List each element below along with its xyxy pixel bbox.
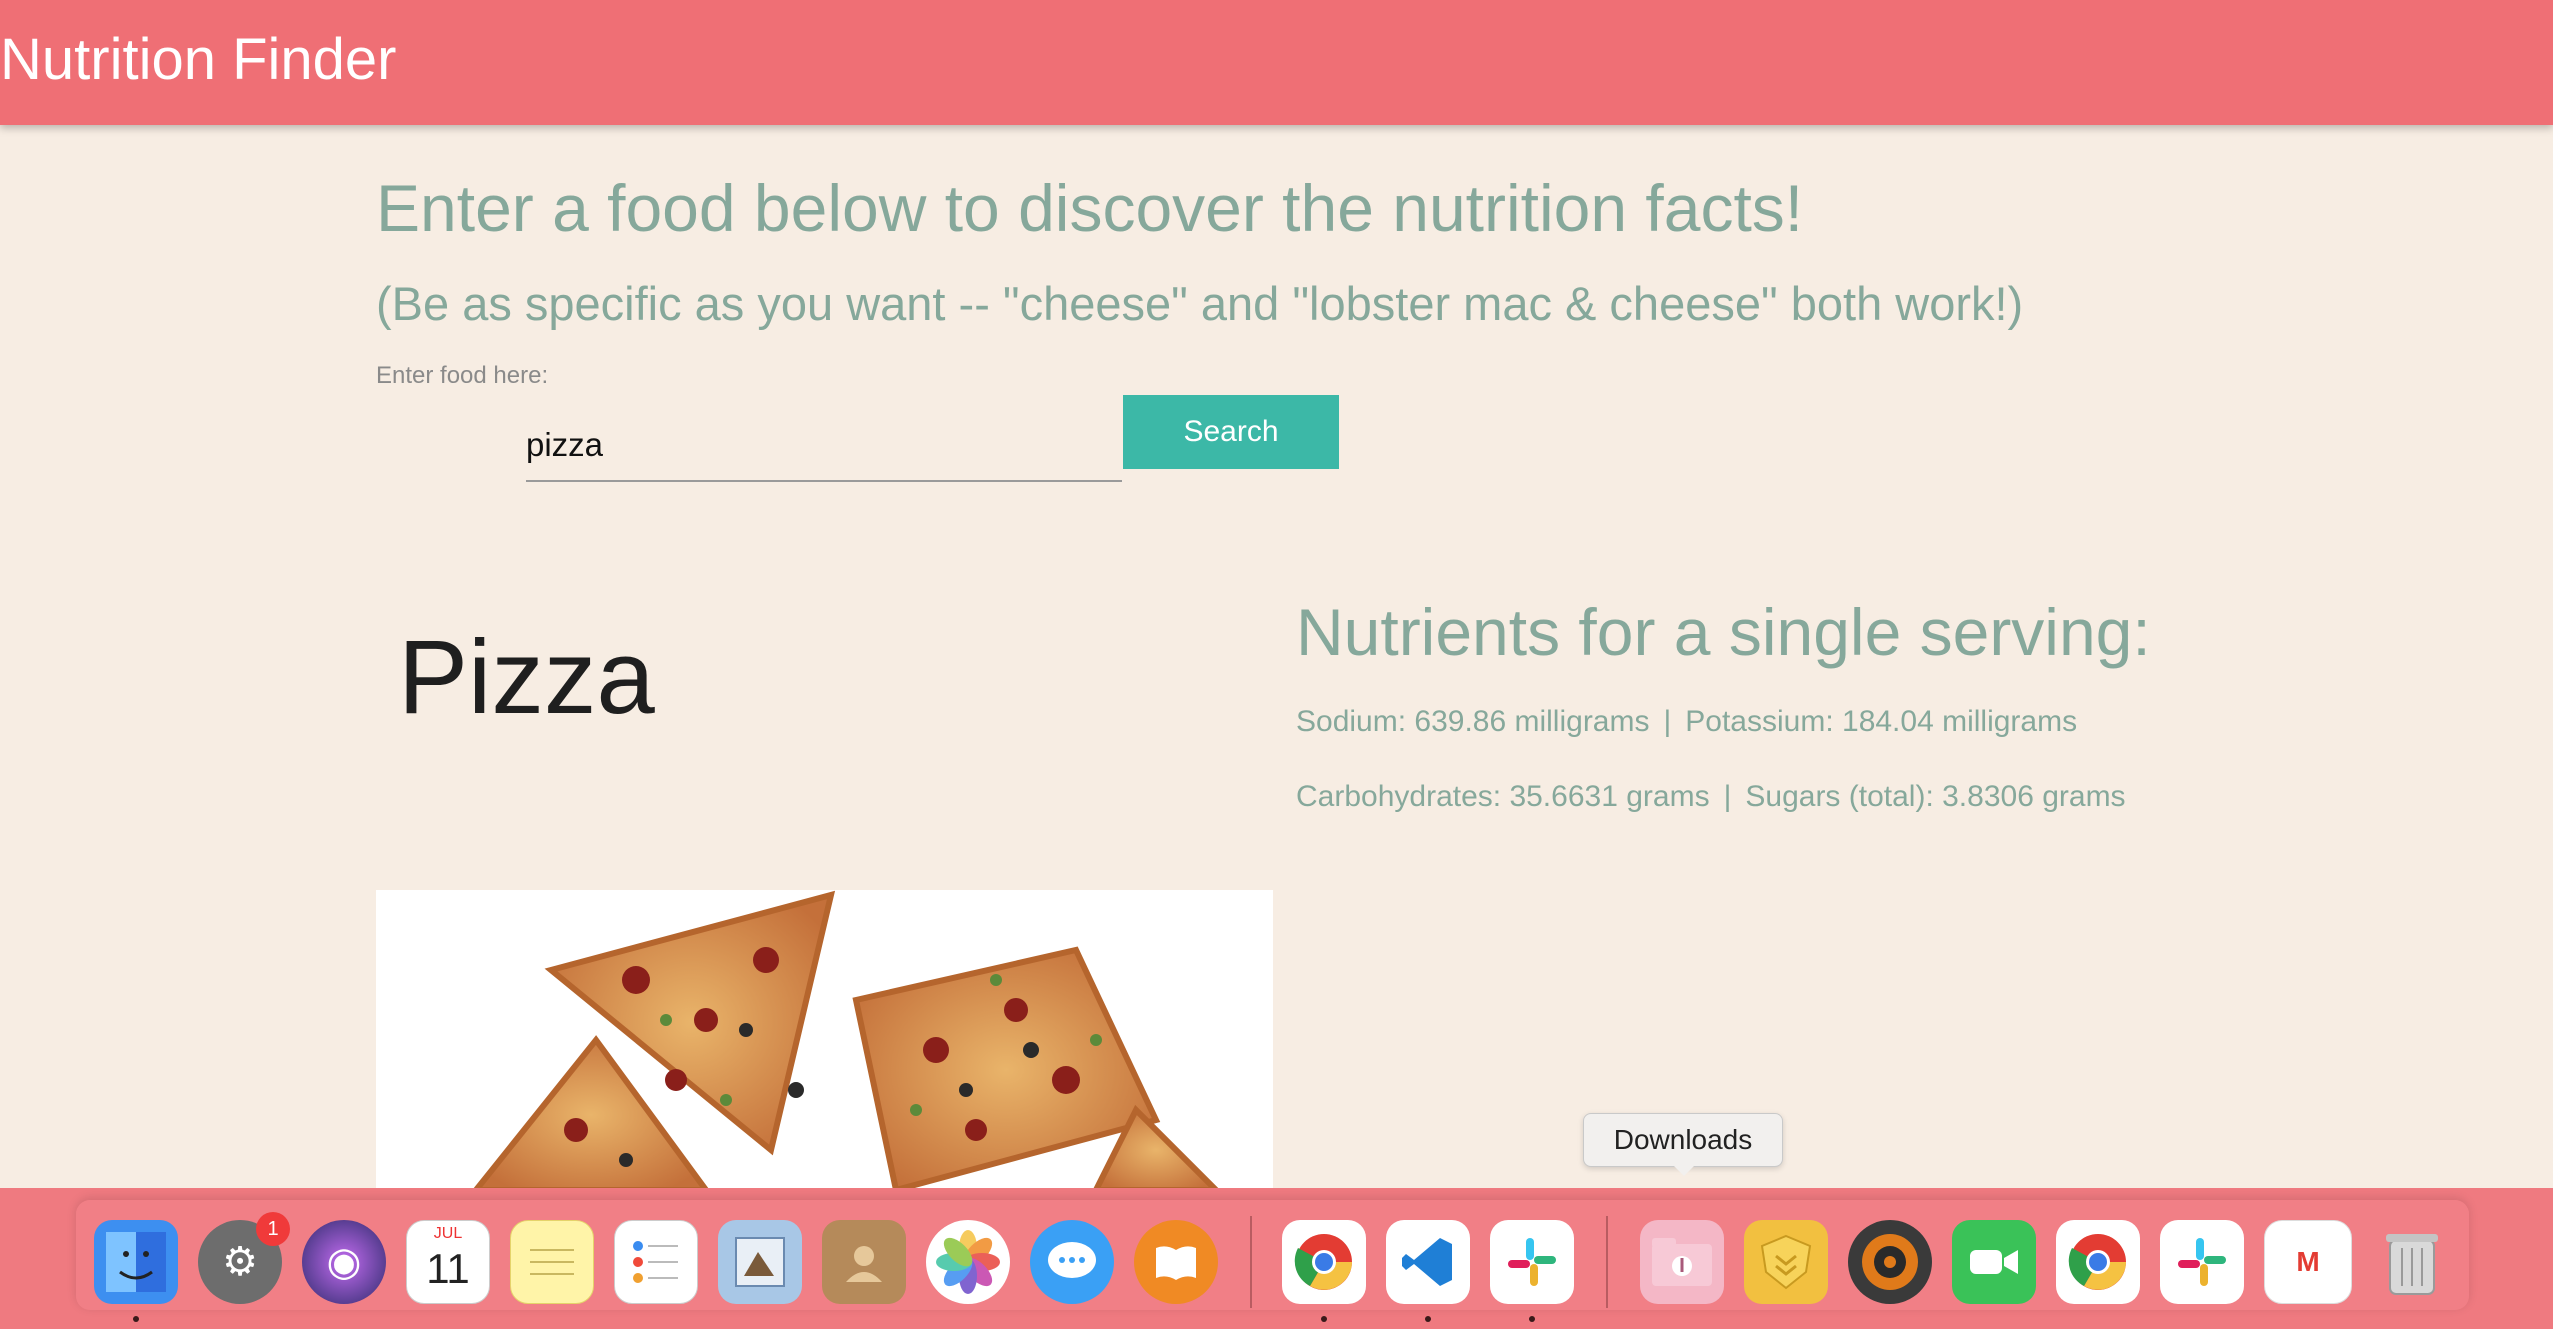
chrome-icon[interactable] xyxy=(2056,1220,2140,1304)
calendar-day: 11 xyxy=(426,1245,470,1292)
food-search-input[interactable] xyxy=(526,410,1122,482)
calendar-month: JUL xyxy=(433,1225,463,1242)
slack-icon[interactable] xyxy=(1490,1220,1574,1304)
slack-icon[interactable] xyxy=(2160,1220,2244,1304)
gmail-icon[interactable]: M xyxy=(2264,1220,2352,1304)
sodium-value: Sodium: 639.86 milligrams xyxy=(1296,705,1650,738)
calendar-icon[interactable]: JUL 11 xyxy=(406,1220,490,1304)
nutrients-title: Nutrients for a single serving: xyxy=(1296,595,2151,669)
vscode-running-dot xyxy=(1425,1316,1431,1322)
siri-icon[interactable]: ◉ xyxy=(302,1220,386,1304)
chrome-running-dot xyxy=(1321,1316,1327,1322)
sugars-value: Sugars (total): 3.8306 grams xyxy=(1745,780,2126,813)
dock-tooltip: Downloads xyxy=(1583,1113,1783,1167)
page-headline: Enter a food below to discover the nutri… xyxy=(376,171,1804,245)
nutrients-line-2: Carbohydrates: 35.6631 grams | Sugars (tot… xyxy=(1296,775,2136,819)
dock-tooltip-arrow xyxy=(1672,1164,1696,1176)
nutrients-line-1: Sodium: 639.86 milligrams | Potassium: 184… xyxy=(1296,700,2077,744)
food-name: Pizza xyxy=(398,619,655,736)
notes-icon[interactable] xyxy=(510,1220,594,1304)
brand-title[interactable]: Nutrition Finder xyxy=(0,26,396,93)
finder-running-dot xyxy=(133,1316,139,1322)
downloads-folder-icon[interactable] xyxy=(1640,1220,1724,1304)
reminders-icon[interactable] xyxy=(614,1220,698,1304)
dock-divider xyxy=(1606,1216,1608,1308)
finder-icon[interactable] xyxy=(94,1220,178,1304)
gmail-letter: M xyxy=(2296,1246,2320,1277)
dock-divider xyxy=(1250,1216,1252,1308)
page-subheadline: (Be as specific as you want -- "cheese" … xyxy=(376,277,2024,330)
speaker-icon[interactable] xyxy=(1848,1220,1932,1304)
contacts-icon[interactable] xyxy=(822,1220,906,1304)
photos-icon[interactable] xyxy=(926,1220,1010,1304)
chrome-icon[interactable] xyxy=(1282,1220,1366,1304)
shield-icon[interactable] xyxy=(1744,1220,1828,1304)
facetime-icon[interactable] xyxy=(1952,1220,2036,1304)
carbohydrates-value: Carbohydrates: 35.6631 grams xyxy=(1296,780,1710,813)
nutrient-separator: | xyxy=(1723,780,1732,813)
slack-running-dot xyxy=(1529,1316,1535,1322)
search-button[interactable]: Search xyxy=(1123,395,1339,469)
food-input-label: Enter food here: xyxy=(376,362,549,389)
preview-icon[interactable] xyxy=(718,1220,802,1304)
nutrient-separator: | xyxy=(1663,705,1672,738)
trash-icon[interactable] xyxy=(2370,1220,2454,1304)
vscode-icon[interactable] xyxy=(1386,1220,1470,1304)
food-image xyxy=(376,890,1273,1190)
messages-icon[interactable] xyxy=(1030,1220,1114,1304)
books-icon[interactable] xyxy=(1134,1220,1218,1304)
pizza-image xyxy=(472,890,1221,1190)
navbar: Nutrition Finder xyxy=(0,0,2553,125)
gear-icon[interactable]: ⚙ 1 xyxy=(198,1212,290,1304)
notification-badge: 1 xyxy=(256,1212,290,1246)
potassium-value: Potassium: 184.04 milligrams xyxy=(1685,705,2078,738)
